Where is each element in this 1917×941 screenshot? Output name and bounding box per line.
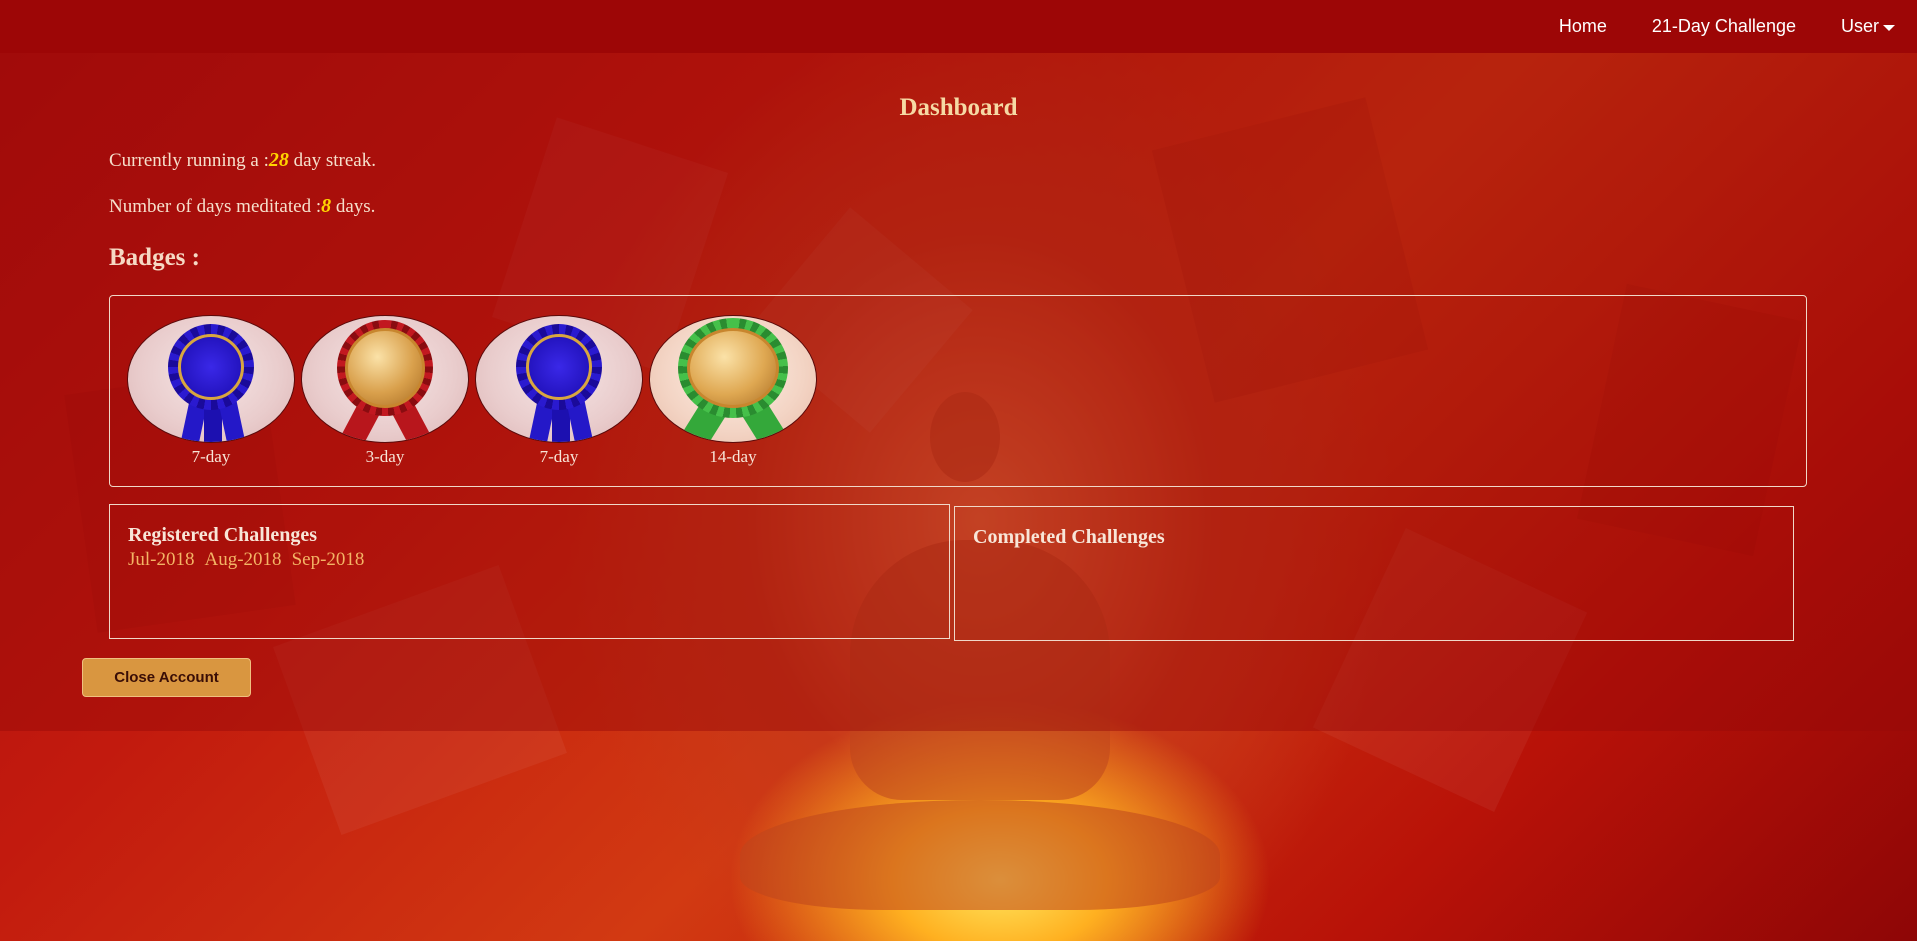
badge-label: 7-day xyxy=(539,447,579,466)
user-menu-dropdown[interactable]: User xyxy=(1841,16,1895,37)
badge-label: 7-day xyxy=(191,447,231,466)
streak-value: 28 xyxy=(268,149,289,171)
completed-challenges-title: Completed Challenges xyxy=(973,526,1165,548)
nav-links: Home 21-Day Challenge User xyxy=(1559,0,1895,53)
blue-rosette-icon xyxy=(127,315,295,443)
badges-heading: Badges : xyxy=(109,244,200,271)
registered-challenges-title: Registered Challenges xyxy=(128,524,318,546)
days-meditated-stat: Number of days meditated :8 days. xyxy=(109,195,375,218)
completed-challenges-panel: Completed Challenges xyxy=(954,506,1794,641)
top-navbar: Home 21-Day Challenge User xyxy=(0,0,1917,53)
user-menu-label: User xyxy=(1840,16,1879,36)
streak-suffix: day streak. xyxy=(288,150,376,171)
streak-stat: Currently running a :28 day streak. xyxy=(109,149,376,172)
gold-medal-green-ribbon-icon xyxy=(649,315,817,443)
days-prefix: Number of days meditated : xyxy=(109,196,322,217)
page-title: Dashboard xyxy=(899,94,1018,121)
badges-container: 7-day 3-day 7-day 14-day xyxy=(109,295,1807,487)
badge-label: 3-day xyxy=(365,447,405,466)
nav-home-link[interactable]: Home xyxy=(1559,16,1607,37)
challenge-item[interactable]: Aug-2018 xyxy=(205,549,282,571)
badge-item: 3-day xyxy=(301,315,469,467)
badge-item: 7-day xyxy=(127,315,295,467)
badge-label: 14-day xyxy=(709,447,757,466)
badge-item: 14-day xyxy=(649,315,817,467)
registered-challenges-panel: Registered Challenges Jul-2018 Aug-2018 … xyxy=(109,504,950,639)
nav-challenge-link[interactable]: 21-Day Challenge xyxy=(1652,16,1796,37)
chevron-down-icon xyxy=(1883,24,1895,31)
streak-prefix: Currently running a : xyxy=(109,150,269,171)
days-suffix: days. xyxy=(331,196,376,217)
blue-rosette-icon xyxy=(475,315,643,443)
challenge-item[interactable]: Jul-2018 xyxy=(128,549,195,571)
gold-medal-red-ribbon-icon xyxy=(301,315,469,443)
badge-item: 7-day xyxy=(475,315,643,467)
days-value: 8 xyxy=(321,195,332,217)
registered-challenges-list: Jul-2018 Aug-2018 Sep-2018 xyxy=(128,549,364,571)
challenge-item[interactable]: Sep-2018 xyxy=(292,549,365,571)
close-account-button[interactable]: Close Account xyxy=(82,658,251,697)
